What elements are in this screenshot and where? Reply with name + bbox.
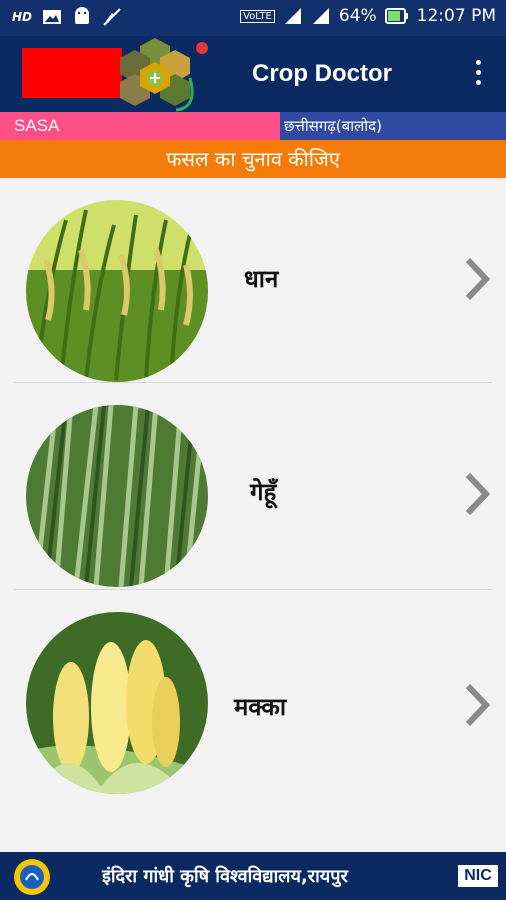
location-label: छत्तीसगढ़(बालोद) bbox=[280, 112, 506, 140]
university-name: इंदिरा गांधी कृषि विश्वविद्यालय,रायपुर bbox=[102, 866, 348, 887]
wheat-image bbox=[26, 405, 208, 587]
chevron-right-icon[interactable] bbox=[462, 256, 492, 302]
crop-item-maize[interactable]: मक्का bbox=[14, 590, 492, 796]
status-bar: HD VoLTE 64% 12:07 PM bbox=[0, 0, 506, 36]
chevron-right-icon[interactable] bbox=[462, 682, 492, 728]
user-label: SASA bbox=[0, 112, 280, 140]
battery-percent: 64% bbox=[338, 6, 377, 26]
crop-label: धान bbox=[244, 265, 279, 293]
app-logo bbox=[120, 38, 208, 112]
mute-icon bbox=[103, 8, 121, 26]
image-icon bbox=[43, 10, 62, 24]
select-crop-heading: फसल का चुनाव कीजिए bbox=[0, 140, 506, 178]
app-bar: Crop Doctor bbox=[0, 36, 506, 112]
chevron-right-icon[interactable] bbox=[462, 471, 492, 517]
university-emblem-icon bbox=[14, 859, 50, 895]
clock: 12:07 PM bbox=[416, 6, 496, 26]
crop-item-rice[interactable]: धान bbox=[14, 178, 492, 383]
signal-icon bbox=[312, 8, 329, 24]
android-icon bbox=[75, 7, 90, 24]
rice-image bbox=[26, 200, 208, 382]
maize-image bbox=[26, 612, 208, 794]
crop-list: धान गेहूँ मक्का bbox=[0, 178, 506, 796]
info-bar: SASA छत्तीसगढ़(बालोद) bbox=[0, 112, 506, 140]
hd-icon: HD bbox=[12, 10, 33, 24]
battery-icon bbox=[384, 8, 408, 24]
more-vert-icon[interactable] bbox=[476, 60, 484, 88]
app-title: Crop Doctor bbox=[252, 60, 392, 87]
red-banner bbox=[22, 48, 122, 98]
footer: इंदिरा गांधी कृषि विश्वविद्यालय,रायपुर N… bbox=[0, 852, 506, 900]
volte-icon: VoLTE bbox=[240, 9, 275, 23]
crop-label: मक्का bbox=[234, 693, 287, 721]
signal-icon bbox=[284, 8, 301, 24]
nic-logo: NIC bbox=[458, 865, 498, 887]
crop-item-wheat[interactable]: गेहूँ bbox=[14, 383, 492, 590]
crop-label: गेहूँ bbox=[250, 478, 277, 506]
